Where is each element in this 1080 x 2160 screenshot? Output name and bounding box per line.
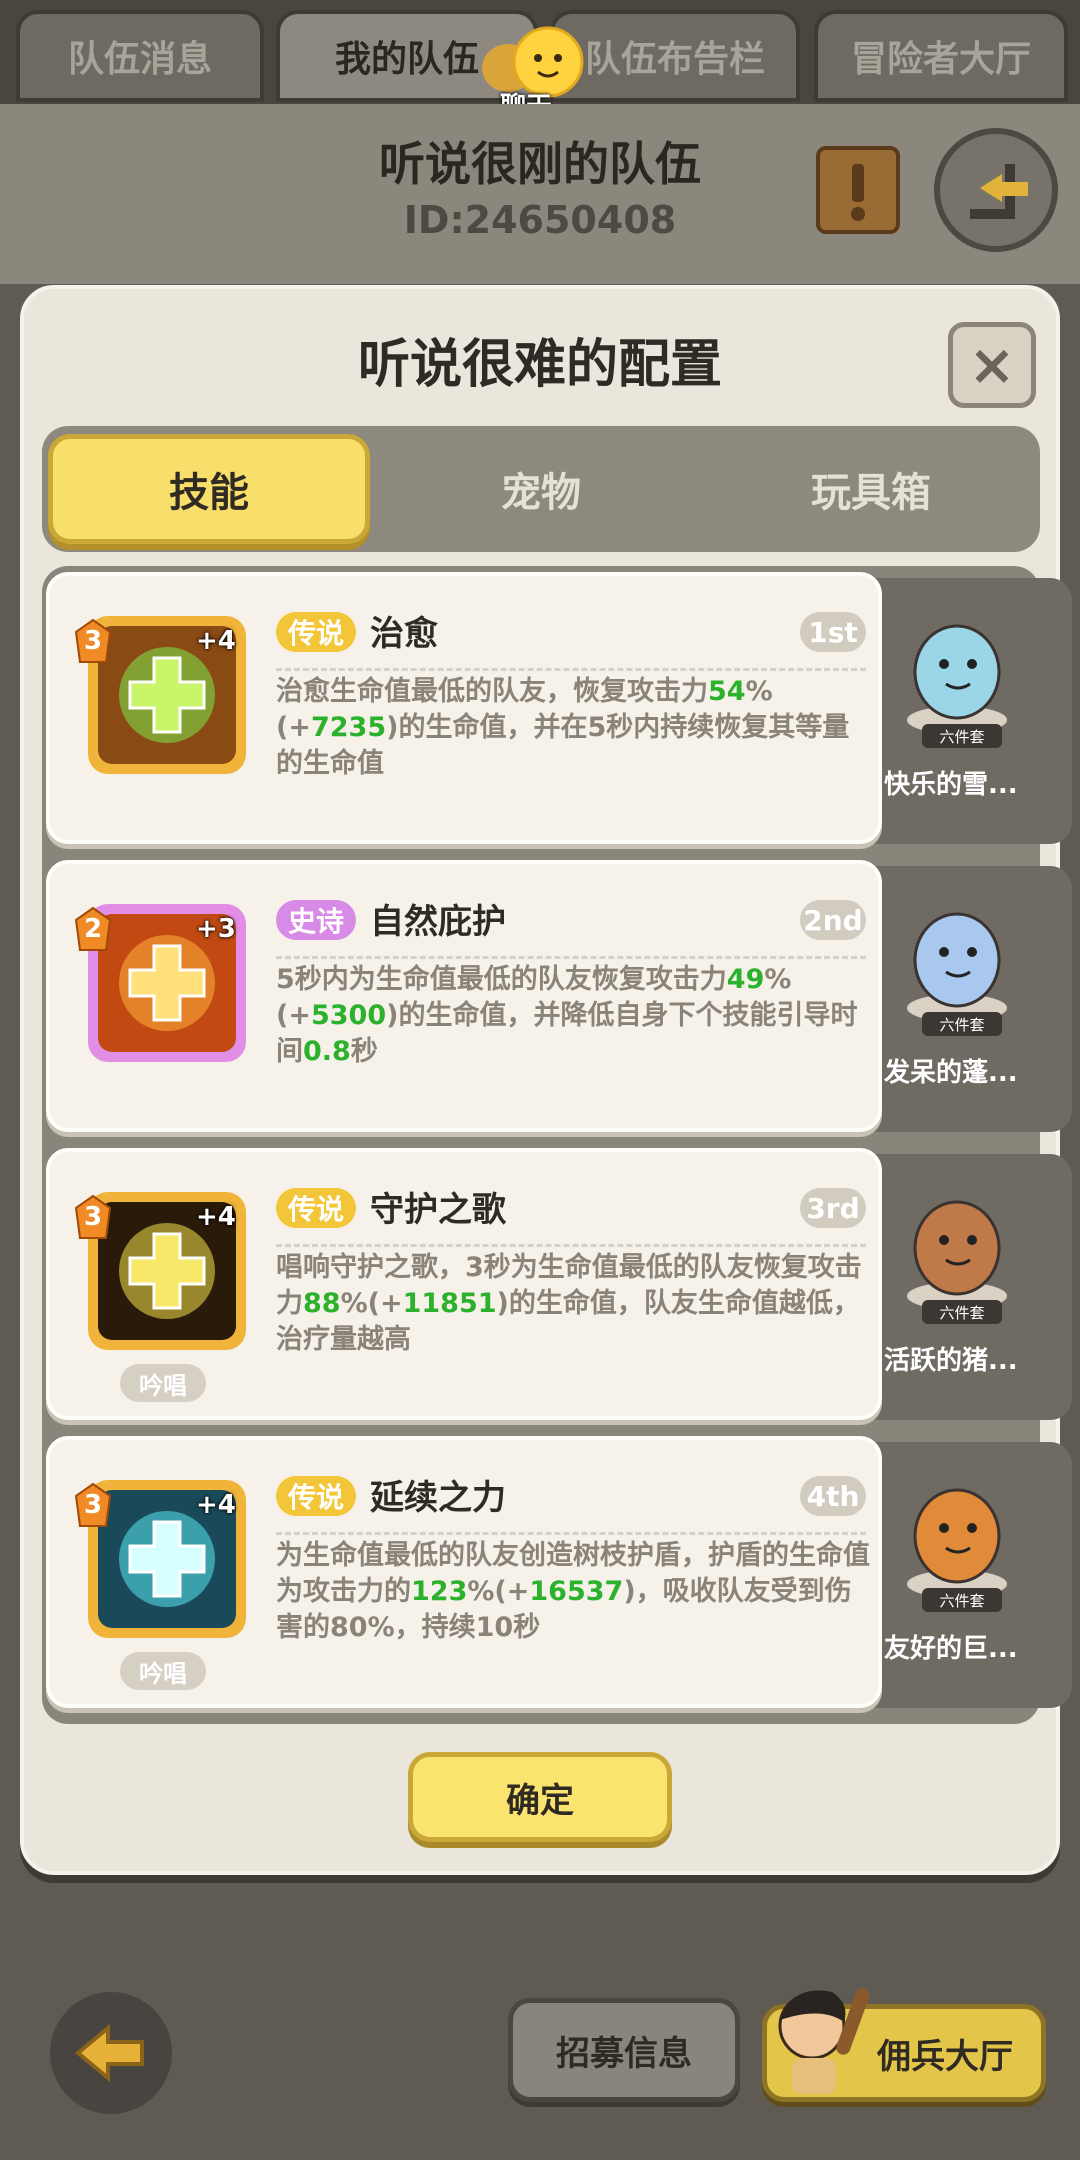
divider: [276, 1244, 866, 1247]
rank-badge: 3rd: [800, 1188, 866, 1228]
rank-badge: 1st: [800, 612, 866, 652]
pet-set-tag: 六件套: [922, 1300, 1002, 1324]
skill-card[interactable]: 2 +3 史诗 自然庇护 2nd 5秒内为生命值最低的队友恢复攻击力49%(+5300)的…: [46, 860, 882, 1132]
pet-set-tag: 六件套: [922, 1012, 1002, 1036]
skill-card[interactable]: 3 +4 传说 治愈 1st 治愈生命值最低的队友，恢复攻击力54%(+7235)的生命值…: [46, 572, 882, 844]
tab-pets[interactable]: 宠物: [380, 434, 702, 544]
cast-tag: 吟唱: [120, 1364, 206, 1402]
desc-part: %(+: [340, 1288, 403, 1319]
team-name: 听说很刚的队伍: [379, 137, 701, 191]
skill-name: 治愈: [370, 614, 438, 654]
skill-name: 守护之歌: [370, 1190, 506, 1230]
skill-name: 延续之力: [370, 1478, 506, 1518]
recruit-info-button[interactable]: 招募信息: [508, 1998, 740, 2102]
rarity-badge: 传说: [276, 1188, 357, 1228]
desc-part: 5秒内为生命值最低的队友恢复攻击力: [276, 964, 727, 995]
tab-skills[interactable]: 技能: [48, 434, 370, 544]
pet-portrait-icon: [907, 624, 1007, 734]
divider: [276, 956, 866, 959]
pet-set-tag: 六件套: [922, 724, 1002, 748]
team-id: ID:24650408: [403, 198, 677, 242]
desc-part: 7235: [310, 712, 387, 743]
skill-card-row: 2 +3 史诗 自然庇护 2nd 5秒内为生命值最低的队友恢复攻击力49%(+5300)的…: [46, 860, 1072, 1132]
tab-toybox[interactable]: 玩具箱: [710, 434, 1032, 544]
desc-part: %(+: [467, 1576, 530, 1607]
back-button[interactable]: [50, 1992, 172, 2114]
desc-part: 16537: [529, 1576, 624, 1607]
pet-name: 友好的巨...: [884, 1634, 1018, 1664]
skill-name: 自然庇护: [370, 902, 506, 942]
rank-badge: 4th: [800, 1476, 866, 1516]
pet-portrait-icon: [907, 912, 1007, 1022]
desc-part: 123: [411, 1576, 468, 1607]
notice-scroll-icon[interactable]: [812, 140, 904, 240]
skill-level: 3: [83, 1490, 103, 1520]
pet-name: 快乐的雪...: [884, 770, 1018, 800]
rarity-badge: 史诗: [276, 900, 357, 940]
pet-name: 发呆的蓬...: [884, 1058, 1018, 1088]
pet-portrait-icon: [907, 1488, 1007, 1598]
back-arrow-icon: [74, 2023, 144, 2083]
skill-description: 5秒内为生命值最低的队友恢复攻击力49%(+5300)的生命值，并降低自身下个技…: [276, 962, 876, 1070]
rarity-badge: 传说: [276, 1476, 357, 1516]
divider: [276, 1532, 866, 1535]
tab-adventurer-hall[interactable]: 冒险者大厅: [814, 10, 1068, 102]
desc-part: 秒: [350, 1036, 378, 1067]
exit-arrow-icon: [970, 164, 1028, 219]
pet-set-tag: 六件套: [922, 1588, 1002, 1612]
skill-card-row: 3 +4 传说 延续之力 4th 为生命值最低的队友创造树枝护盾，护盾的生命值为攻击力的1…: [46, 1436, 1072, 1708]
desc-part: 54: [708, 676, 746, 707]
tab-team-messages[interactable]: 队伍消息: [16, 10, 264, 102]
skill-level: 2: [83, 914, 103, 944]
modal-title: 听说很难的配置: [357, 335, 722, 395]
desc-part: 0.8: [303, 1036, 351, 1067]
desc-part: 88: [303, 1288, 341, 1319]
skill-card-row: 3 +4 传说 治愈 1st 治愈生命值最低的队友，恢复攻击力54%(+7235)的生命值…: [46, 572, 1072, 844]
mercenary-character-icon: [778, 1988, 870, 2094]
skill-description: 唱响守护之歌，3秒为生命值最低的队友恢复攻击力88%(+11851)的生命值，队…: [276, 1250, 876, 1358]
skill-card-row: 3 +4 传说 守护之歌 3rd 唱响守护之歌，3秒为生命值最低的队友恢复攻击力88%(+…: [46, 1148, 1072, 1420]
desc-part: 49: [726, 964, 765, 995]
cast-tag: 吟唱: [120, 1652, 206, 1690]
confirm-button[interactable]: 确定: [408, 1752, 672, 1842]
desc-part: 5300: [310, 1000, 387, 1031]
skill-plus: +3: [196, 914, 236, 944]
skill-description: 治愈生命值最低的队友，恢复攻击力54%(+7235)的生命值，并在5秒内持续恢复…: [276, 674, 876, 782]
skill-card[interactable]: 3 +4 传说 守护之歌 3rd 唱响守护之歌，3秒为生命值最低的队友恢复攻击力88%(+…: [46, 1148, 882, 1420]
skill-level: 3: [83, 1202, 103, 1232]
desc-part: 11851: [402, 1288, 497, 1319]
rank-badge: 2nd: [800, 900, 866, 940]
exit-team-button[interactable]: [934, 128, 1058, 252]
desc-part: 治愈生命值最低的队友，恢复攻击力: [276, 676, 708, 707]
rarity-badge: 传说: [276, 612, 357, 652]
skill-card[interactable]: 3 +4 传说 延续之力 4th 为生命值最低的队友创造树枝护盾，护盾的生命值为攻击力的1…: [46, 1436, 882, 1708]
skill-plus: +4: [196, 1202, 236, 1232]
skill-plus: +4: [196, 626, 236, 656]
close-button[interactable]: ×: [948, 322, 1036, 408]
skill-description: 为生命值最低的队友创造树枝护盾，护盾的生命值为攻击力的123%(+16537)，…: [276, 1538, 876, 1646]
pet-portrait-icon: [907, 1200, 1007, 1310]
divider: [276, 668, 866, 671]
skill-level: 3: [83, 626, 103, 656]
skill-plus: +4: [196, 1490, 236, 1520]
pet-name: 活跃的猪...: [884, 1346, 1018, 1376]
